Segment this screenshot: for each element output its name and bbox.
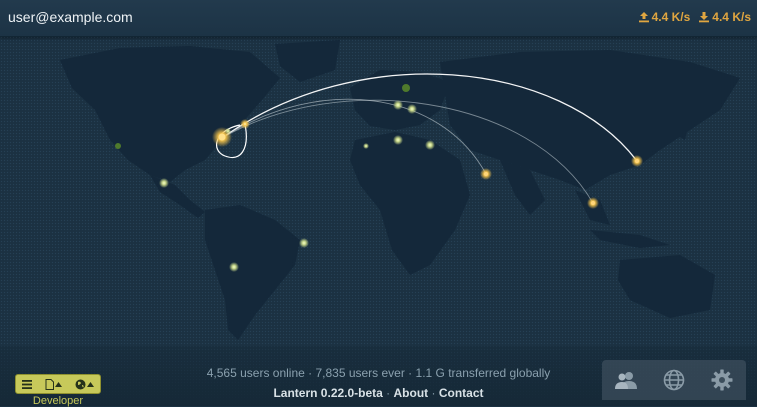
about-link[interactable]: About (394, 386, 429, 400)
globe-button[interactable] (654, 363, 694, 397)
right-control-panel (602, 360, 746, 400)
users-icon (615, 372, 637, 389)
download-rate-value: 4.4 K/s (712, 10, 751, 24)
version-label: Lantern 0.22.0-beta (273, 386, 383, 400)
developer-globe-button[interactable] (75, 379, 94, 390)
globe-icon (75, 379, 86, 389)
upload-rate-value: 4.4 K/s (651, 10, 691, 24)
transfer-rates: 4.4 K/s 4.4 K/s (638, 10, 751, 24)
settings-button[interactable] (702, 363, 742, 397)
upload-icon (638, 12, 649, 23)
users-button[interactable] (606, 363, 646, 397)
upload-rate: 4.4 K/s (638, 10, 691, 24)
gear-icon (711, 369, 733, 391)
download-rate: 4.4 K/s (698, 10, 751, 24)
developer-menu-button[interactable] (22, 379, 33, 389)
user-email[interactable]: user@example.com (8, 9, 133, 25)
top-bar: user@example.com 4.4 K/s 4.4 K/s (0, 0, 757, 37)
caret-up-icon (54, 381, 62, 387)
caret-up-icon (86, 381, 94, 387)
download-icon (699, 12, 710, 23)
separator: · (428, 386, 439, 400)
file-icon (45, 378, 54, 390)
developer-label: Developer (32, 395, 84, 407)
separator: · (382, 386, 394, 400)
menu-icon (22, 379, 33, 389)
globe-icon (663, 369, 685, 391)
developer-toolbar (15, 374, 101, 394)
contact-link[interactable]: Contact (439, 386, 484, 400)
developer-file-button[interactable] (45, 378, 62, 390)
